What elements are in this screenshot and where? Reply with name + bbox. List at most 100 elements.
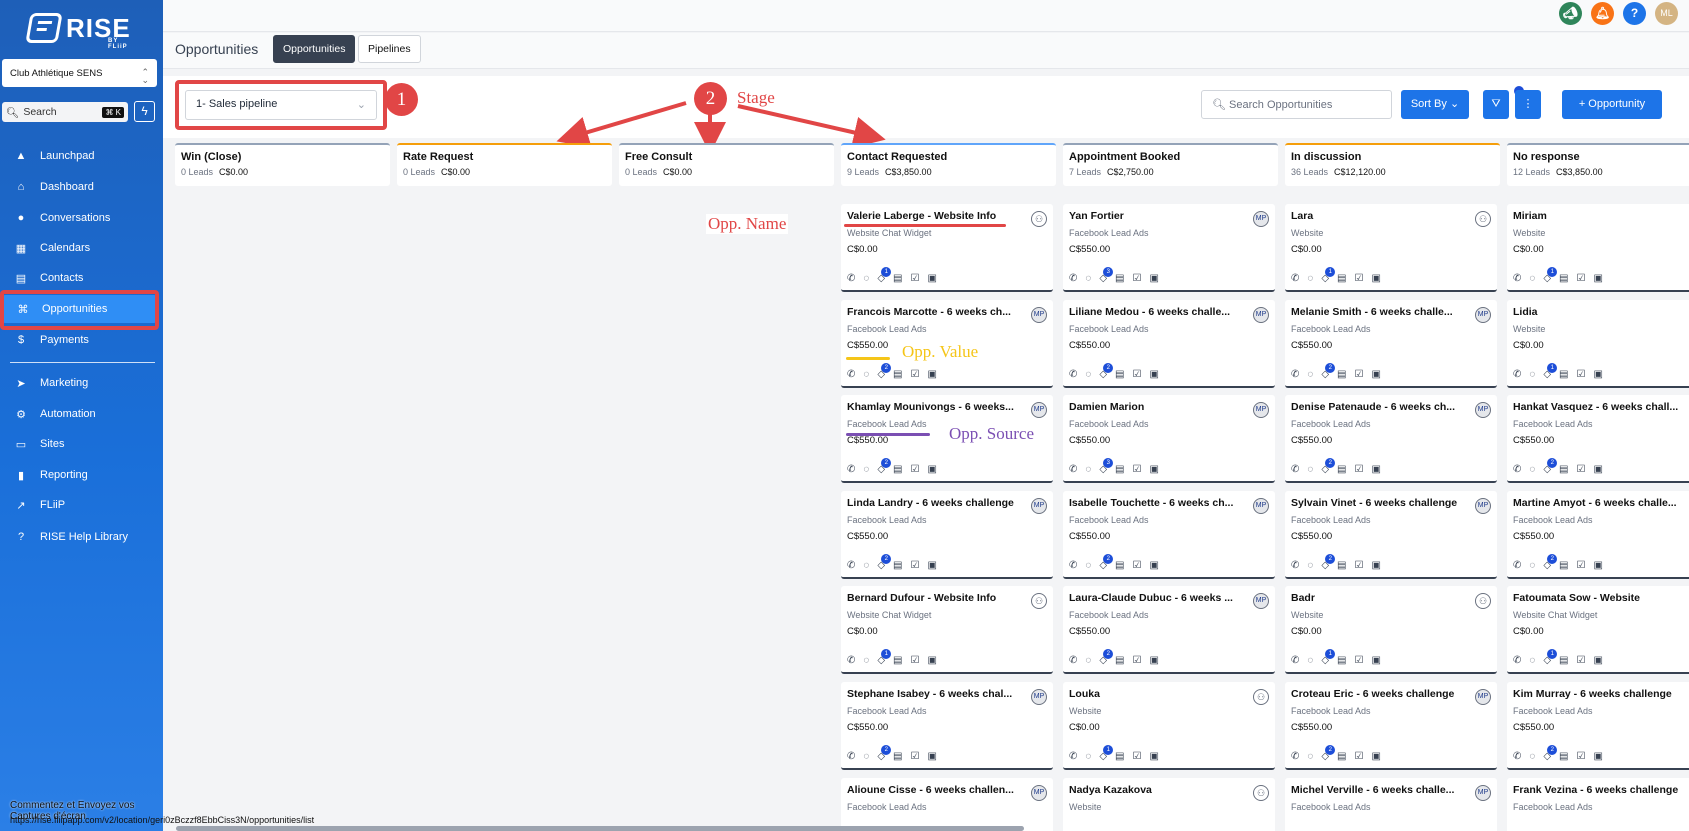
phone-icon[interactable]: ✆ — [847, 560, 855, 571]
task-icon[interactable]: ☑ — [1355, 369, 1364, 380]
unassigned-user-icon[interactable]: ⚇ — [1253, 785, 1269, 801]
message-icon[interactable]: ◌ — [1307, 751, 1313, 762]
appointment-icon[interactable]: ▣ — [1149, 655, 1158, 666]
opportunity-card[interactable]: Alioune Cisse - 6 weeks challen... Facebo… — [841, 778, 1053, 831]
tag-icon[interactable]: ◇ 2 — [1099, 363, 1114, 380]
opportunity-card[interactable]: Nadya Kazakova Website ⚇ — [1063, 778, 1275, 831]
assignee-avatar[interactable]: MP — [1253, 211, 1269, 227]
appointment-icon[interactable]: ▣ — [927, 464, 936, 475]
phone-icon[interactable]: ✆ — [1069, 273, 1077, 284]
column-header[interactable]: No response 12 Leads C$3,850.00 — [1507, 143, 1689, 186]
opportunity-card[interactable]: Denise Patenaude - 6 weeks ch... Facebook… — [1285, 395, 1497, 483]
phone-icon[interactable]: ✆ — [1069, 464, 1077, 475]
task-icon[interactable]: ☑ — [1133, 369, 1142, 380]
notes-icon[interactable]: ▤ — [1115, 273, 1124, 284]
horizontal-scrollbar[interactable] — [176, 826, 1024, 831]
task-icon[interactable]: ☑ — [911, 751, 920, 762]
tag-icon[interactable]: ◇ 3 — [1099, 267, 1114, 284]
tag-icon[interactable]: ◇ 1 — [1543, 363, 1558, 380]
opportunity-card[interactable]: Frank Vezina - 6 weeks challenge Facebook… — [1507, 778, 1689, 831]
unassigned-user-icon[interactable]: ⚇ — [1475, 593, 1491, 609]
task-icon[interactable]: ☑ — [1355, 751, 1364, 762]
phone-icon[interactable]: ✆ — [1069, 369, 1077, 380]
unassigned-user-icon[interactable]: ⚇ — [1475, 211, 1491, 227]
tag-icon[interactable]: ◇ 2 — [877, 458, 892, 475]
opportunity-card[interactable]: Fatoumata Sow - Website Website Chat Widg… — [1507, 586, 1689, 674]
appointment-icon[interactable]: ▣ — [1593, 655, 1602, 666]
notes-icon[interactable]: ▤ — [1559, 655, 1568, 666]
notes-icon[interactable]: ▤ — [1559, 560, 1568, 571]
opportunity-card[interactable]: Yan Fortier Facebook Lead Ads C$550.00 MP ✆ ◌… — [1063, 204, 1275, 292]
assignee-avatar[interactable]: MP — [1475, 402, 1491, 418]
column-header[interactable]: In discussion 36 Leads C$12,120.00 — [1285, 143, 1500, 186]
message-icon[interactable]: ◌ — [1085, 464, 1091, 475]
task-icon[interactable]: ☑ — [911, 273, 920, 284]
notes-icon[interactable]: ▤ — [1337, 655, 1346, 666]
opportunity-card[interactable]: Stephane Isabey - 6 weeks chal... Faceboo… — [841, 682, 1053, 770]
message-icon[interactable]: ◌ — [863, 751, 869, 762]
opportunity-card[interactable]: LidiaWebsiteC$0.00⚇✆◌◇1▤☑▣ — [1507, 300, 1689, 388]
tag-icon[interactable]: ◇ 2 — [877, 745, 892, 762]
appointment-icon[interactable]: ▣ — [1371, 655, 1380, 666]
message-icon[interactable]: ◌ — [1085, 751, 1091, 762]
notes-icon[interactable]: ▤ — [1337, 273, 1346, 284]
task-icon[interactable]: ☑ — [1577, 273, 1586, 284]
message-icon[interactable]: ◌ — [863, 369, 869, 380]
opportunity-card[interactable]: Sylvain Vinet - 6 weeks challenge Faceboo… — [1285, 491, 1497, 579]
appointment-icon[interactable]: ▣ — [927, 273, 936, 284]
opportunity-card[interactable]: Martine Amyot - 6 weeks challe... Faceboo… — [1507, 491, 1689, 579]
phone-icon[interactable]: ✆ — [847, 369, 855, 380]
assignee-avatar[interactable]: MP — [1253, 307, 1269, 323]
notes-icon[interactable]: ▤ — [1115, 369, 1124, 380]
notes-icon[interactable]: ▤ — [1559, 751, 1568, 762]
task-icon[interactable]: ☑ — [1355, 464, 1364, 475]
appointment-icon[interactable]: ▣ — [1593, 273, 1602, 284]
notes-icon[interactable]: ▤ — [893, 655, 902, 666]
task-icon[interactable]: ☑ — [1133, 560, 1142, 571]
assignee-avatar[interactable]: MP — [1253, 593, 1269, 609]
opportunity-card[interactable]: Melanie Smith - 6 weeks challe... Faceboo… — [1285, 300, 1497, 388]
message-icon[interactable]: ◌ — [1529, 560, 1535, 571]
unassigned-user-icon[interactable]: ⚇ — [1253, 689, 1269, 705]
task-icon[interactable]: ☑ — [911, 369, 920, 380]
tag-icon[interactable]: ◇ 1 — [1543, 649, 1558, 666]
notes-icon[interactable]: ▤ — [893, 369, 902, 380]
opportunity-card[interactable]: Kim Murray - 6 weeks challenge Facebook L… — [1507, 682, 1689, 770]
tag-icon[interactable]: ◇ 2 — [1543, 458, 1558, 475]
appointment-icon[interactable]: ▣ — [1593, 369, 1602, 380]
notes-icon[interactable]: ▤ — [893, 560, 902, 571]
assignee-avatar[interactable]: MP — [1475, 785, 1491, 801]
message-icon[interactable]: ◌ — [1529, 751, 1535, 762]
task-icon[interactable]: ☑ — [911, 560, 920, 571]
notes-icon[interactable]: ▤ — [1337, 464, 1346, 475]
notes-icon[interactable]: ▤ — [1115, 560, 1124, 571]
task-icon[interactable]: ☑ — [1577, 751, 1586, 762]
opportunity-card[interactable]: Damien Marion Facebook Lead Ads C$550.00 MP… — [1063, 395, 1275, 483]
task-icon[interactable]: ☑ — [1355, 655, 1364, 666]
task-icon[interactable]: ☑ — [1577, 655, 1586, 666]
column-header[interactable]: Appointment Booked 7 Leads C$2,750.00 — [1063, 143, 1278, 186]
unassigned-user-icon[interactable]: ⚇ — [1031, 593, 1047, 609]
opportunity-card[interactable]: Liliane Medou - 6 weeks challe... Faceboo… — [1063, 300, 1275, 388]
appointment-icon[interactable]: ▣ — [1371, 560, 1380, 571]
tag-icon[interactable]: ◇ 2 — [1321, 554, 1336, 571]
message-icon[interactable]: ◌ — [863, 655, 869, 666]
assignee-avatar[interactable]: MP — [1475, 307, 1491, 323]
notes-icon[interactable]: ▤ — [1115, 464, 1124, 475]
phone-icon[interactable]: ✆ — [1291, 273, 1299, 284]
message-icon[interactable]: ◌ — [1529, 369, 1535, 380]
assignee-avatar[interactable]: MP — [1031, 498, 1047, 514]
message-icon[interactable]: ◌ — [1307, 369, 1313, 380]
opportunity-card[interactable]: Croteau Eric - 6 weeks challenge Facebook… — [1285, 682, 1497, 770]
notes-icon[interactable]: ▤ — [893, 464, 902, 475]
notes-icon[interactable]: ▤ — [1115, 655, 1124, 666]
task-icon[interactable]: ☑ — [1133, 464, 1142, 475]
tag-icon[interactable]: ◇ 2 — [1321, 458, 1336, 475]
task-icon[interactable]: ☑ — [911, 464, 920, 475]
notes-icon[interactable]: ▤ — [893, 751, 902, 762]
assignee-avatar[interactable]: MP — [1475, 689, 1491, 705]
opportunity-card[interactable]: Isabelle Touchette - 6 weeks ch... Facebo… — [1063, 491, 1275, 579]
notes-icon[interactable]: ▤ — [893, 273, 902, 284]
message-icon[interactable]: ◌ — [863, 464, 869, 475]
message-icon[interactable]: ◌ — [1307, 655, 1313, 666]
